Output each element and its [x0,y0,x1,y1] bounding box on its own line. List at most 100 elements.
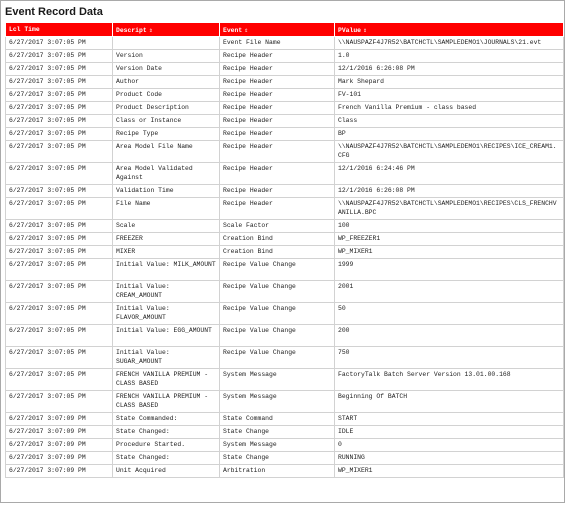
table-row[interactable]: 6/27/2017 3:07:05 PM Validation Time Recip… [5,184,564,198]
cell-descript: FREEZER [112,232,220,246]
cell-lcl-time: 6/27/2017 3:07:09 PM [5,412,113,426]
cell-event: Event File Name [219,36,335,50]
cell-descript: Author [112,75,220,89]
table-row[interactable]: 6/27/2017 3:07:05 PM FRENCH VANILLA PREMI… [5,390,564,413]
cell-pvalue: IDLE [334,425,564,439]
cell-event: State Change [219,451,335,465]
table-row[interactable]: 6/27/2017 3:07:05 PM Initial Value: SUGAR… [5,346,564,369]
cell-lcl-time: 6/27/2017 3:07:05 PM [5,346,113,369]
table-row[interactable]: 6/27/2017 3:07:05 PM Event File Name \\NAU… [5,36,564,50]
cell-pvalue: RUNNING [334,451,564,465]
table-row[interactable]: 6/27/2017 3:07:05 PM Version Recipe Header… [5,49,564,63]
cell-descript: Initial Value: SUGAR_AMOUNT [112,346,220,369]
table-row[interactable]: 6/27/2017 3:07:05 PM Initial Value: FLAVO… [5,302,564,325]
table-row[interactable]: 6/27/2017 3:07:05 PM Product Code Recipe H… [5,88,564,102]
cell-event: Recipe Value Change [219,324,335,347]
cell-event: System Message [219,390,335,413]
cell-event: Scale Factor [219,219,335,233]
cell-lcl-time: 6/27/2017 3:07:05 PM [5,36,113,50]
table-row[interactable]: 6/27/2017 3:07:05 PM Recipe Type Recipe He… [5,127,564,141]
table-row[interactable]: 6/27/2017 3:07:05 PM Scale Scale Factor 100 [5,219,564,233]
table-row[interactable]: 6/27/2017 3:07:09 PM Procedure Started. Sy… [5,438,564,452]
cell-descript: Initial Value: FLAVOR_AMOUNT [112,302,220,325]
table-row[interactable]: 6/27/2017 3:07:05 PM Author Recipe Header M… [5,75,564,89]
cell-descript: MIXER [112,245,220,259]
cell-event: Recipe Header [219,114,335,128]
cell-descript: Version [112,49,220,63]
column-header-label: PValue [338,26,362,34]
cell-lcl-time: 6/27/2017 3:07:05 PM [5,368,113,391]
cell-event: Recipe Header [219,75,335,89]
event-record-table: Lcl Time Descript ⇕ Event ⇕ PValue ⇕ 6/27/2… [5,22,564,478]
cell-lcl-time: 6/27/2017 3:07:05 PM [5,184,113,198]
table-row[interactable]: 6/27/2017 3:07:09 PM State Changed: State … [5,451,564,465]
table-row[interactable]: 6/27/2017 3:07:05 PM MIXER Creation Bind WP… [5,245,564,259]
cell-descript: FRENCH VANILLA PREMIUM - CLASS BASED [112,368,220,391]
table-row[interactable]: 6/27/2017 3:07:05 PM Version Date Recipe H… [5,62,564,76]
sort-icon[interactable]: ⇕ [149,27,153,34]
cell-lcl-time: 6/27/2017 3:07:05 PM [5,162,113,185]
cell-event: State Command [219,412,335,426]
cell-event: Recipe Header [219,62,335,76]
table-row[interactable]: 6/27/2017 3:07:05 PM FRENCH VANILLA PREMI… [5,368,564,391]
table-row[interactable]: 6/27/2017 3:07:05 PM Initial Value: EGG_A… [5,324,564,347]
cell-descript: Area Model Validated Against [112,162,220,185]
cell-pvalue: 0 [334,438,564,452]
cell-descript: Version Date [112,62,220,76]
column-header-event[interactable]: Event ⇕ [219,22,335,37]
column-header-pvalue[interactable]: PValue ⇕ [334,22,564,37]
cell-event: Recipe Header [219,162,335,185]
table-row[interactable]: 6/27/2017 3:07:05 PM Area Model Validated… [5,162,564,185]
table-row[interactable]: 6/27/2017 3:07:09 PM State Commanded: Stat… [5,412,564,426]
event-record-panel: Event Record Data Lcl Time Descript ⇕ Eve… [0,0,565,503]
cell-pvalue: 50 [334,302,564,325]
table-row[interactable]: 6/27/2017 3:07:05 PM Area Model File Name… [5,140,564,163]
sort-icon[interactable]: ⇕ [363,27,367,34]
cell-pvalue: French Vanilla Premium - class based [334,101,564,115]
cell-event: Recipe Header [219,49,335,63]
cell-pvalue: 100 [334,219,564,233]
table-row[interactable]: 6/27/2017 3:07:05 PM File Name Recipe Head… [5,197,564,220]
table-row[interactable]: 6/27/2017 3:07:05 PM Class or Instance Rec… [5,114,564,128]
column-header-label: Lcl Time [9,26,40,33]
cell-pvalue: 12/1/2016 6:24:46 PM [334,162,564,185]
cell-lcl-time: 6/27/2017 3:07:09 PM [5,464,113,478]
cell-pvalue: \\NAUSPAZF4J7R52\BATCHCTL\SAMPLEDEMO1\RE… [334,197,564,220]
cell-lcl-time: 6/27/2017 3:07:05 PM [5,49,113,63]
cell-descript: Validation Time [112,184,220,198]
panel-title: Event Record Data [5,6,103,18]
cell-lcl-time: 6/27/2017 3:07:05 PM [5,232,113,246]
cell-descript: FRENCH VANILLA PREMIUM - CLASS BASED [112,390,220,413]
cell-descript: Initial Value: EGG_AMOUNT [112,324,220,347]
table-row[interactable]: 6/27/2017 3:07:05 PM Initial Value: CREAM… [5,280,564,303]
cell-descript: Initial Value: MILK_AMOUNT [112,258,220,281]
table-row[interactable]: 6/27/2017 3:07:09 PM State Changed: State … [5,425,564,439]
cell-pvalue: 12/1/2016 6:26:08 PM [334,184,564,198]
cell-event: Recipe Header [219,184,335,198]
column-header-descript[interactable]: Descript ⇕ [112,22,220,37]
cell-pvalue: 1999 [334,258,564,281]
cell-pvalue: Mark Shepard [334,75,564,89]
table-row[interactable]: 6/27/2017 3:07:05 PM Initial Value: MILK_… [5,258,564,281]
cell-pvalue: 200 [334,324,564,347]
cell-event: Creation Bind [219,232,335,246]
cell-lcl-time: 6/27/2017 3:07:05 PM [5,101,113,115]
cell-descript: Class or Instance [112,114,220,128]
cell-pvalue: WP_MIXER1 [334,464,564,478]
cell-descript: State Changed: [112,425,220,439]
table-row[interactable]: 6/27/2017 3:07:09 PM Unit Acquired Arbitra… [5,464,564,478]
column-header-label: Descript [116,26,147,34]
column-header-lcl-time[interactable]: Lcl Time [5,22,113,37]
cell-pvalue: Beginning Of BATCH [334,390,564,413]
cell-pvalue: BP [334,127,564,141]
cell-descript: Area Model File Name [112,140,220,163]
table-row[interactable]: 6/27/2017 3:07:05 PM Product Description R… [5,101,564,115]
cell-pvalue: 12/1/2016 6:26:08 PM [334,62,564,76]
cell-descript: Product Code [112,88,220,102]
cell-lcl-time: 6/27/2017 3:07:09 PM [5,438,113,452]
table-row[interactable]: 6/27/2017 3:07:05 PM FREEZER Creation Bind… [5,232,564,246]
cell-pvalue: Class [334,114,564,128]
cell-lcl-time: 6/27/2017 3:07:05 PM [5,280,113,303]
cell-descript [112,36,220,50]
sort-icon[interactable]: ⇕ [244,27,248,34]
